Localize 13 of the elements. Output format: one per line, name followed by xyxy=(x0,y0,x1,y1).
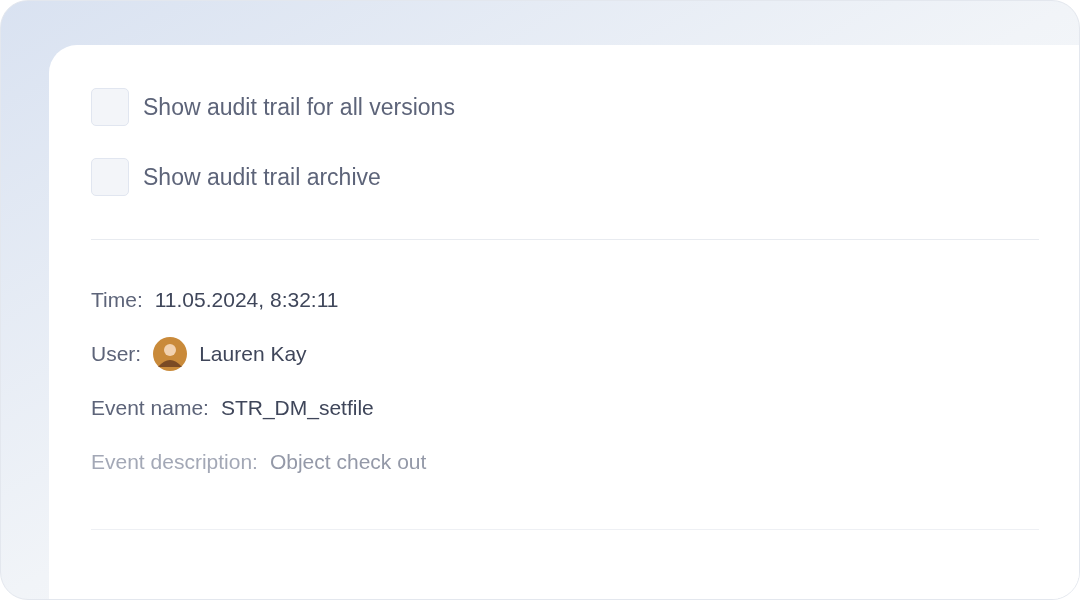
field-label: Time: xyxy=(91,286,143,313)
field-label: User: xyxy=(91,340,142,367)
checkbox[interactable] xyxy=(91,158,129,196)
checkbox[interactable] xyxy=(91,88,129,126)
field-value: Object check out xyxy=(269,448,427,475)
checkbox-label: Show audit trail for all versions xyxy=(143,92,455,122)
field-value: 11.05.2024, 8:32:11 xyxy=(154,286,339,313)
field-value: Lauren Kay xyxy=(199,340,307,367)
avatar xyxy=(153,336,188,371)
field-label: Event description: xyxy=(91,448,258,475)
checkbox-label: Show audit trail archive xyxy=(143,162,381,192)
field-label: Event name: xyxy=(91,394,209,421)
field-value: STR_DM_setfile xyxy=(220,394,374,422)
